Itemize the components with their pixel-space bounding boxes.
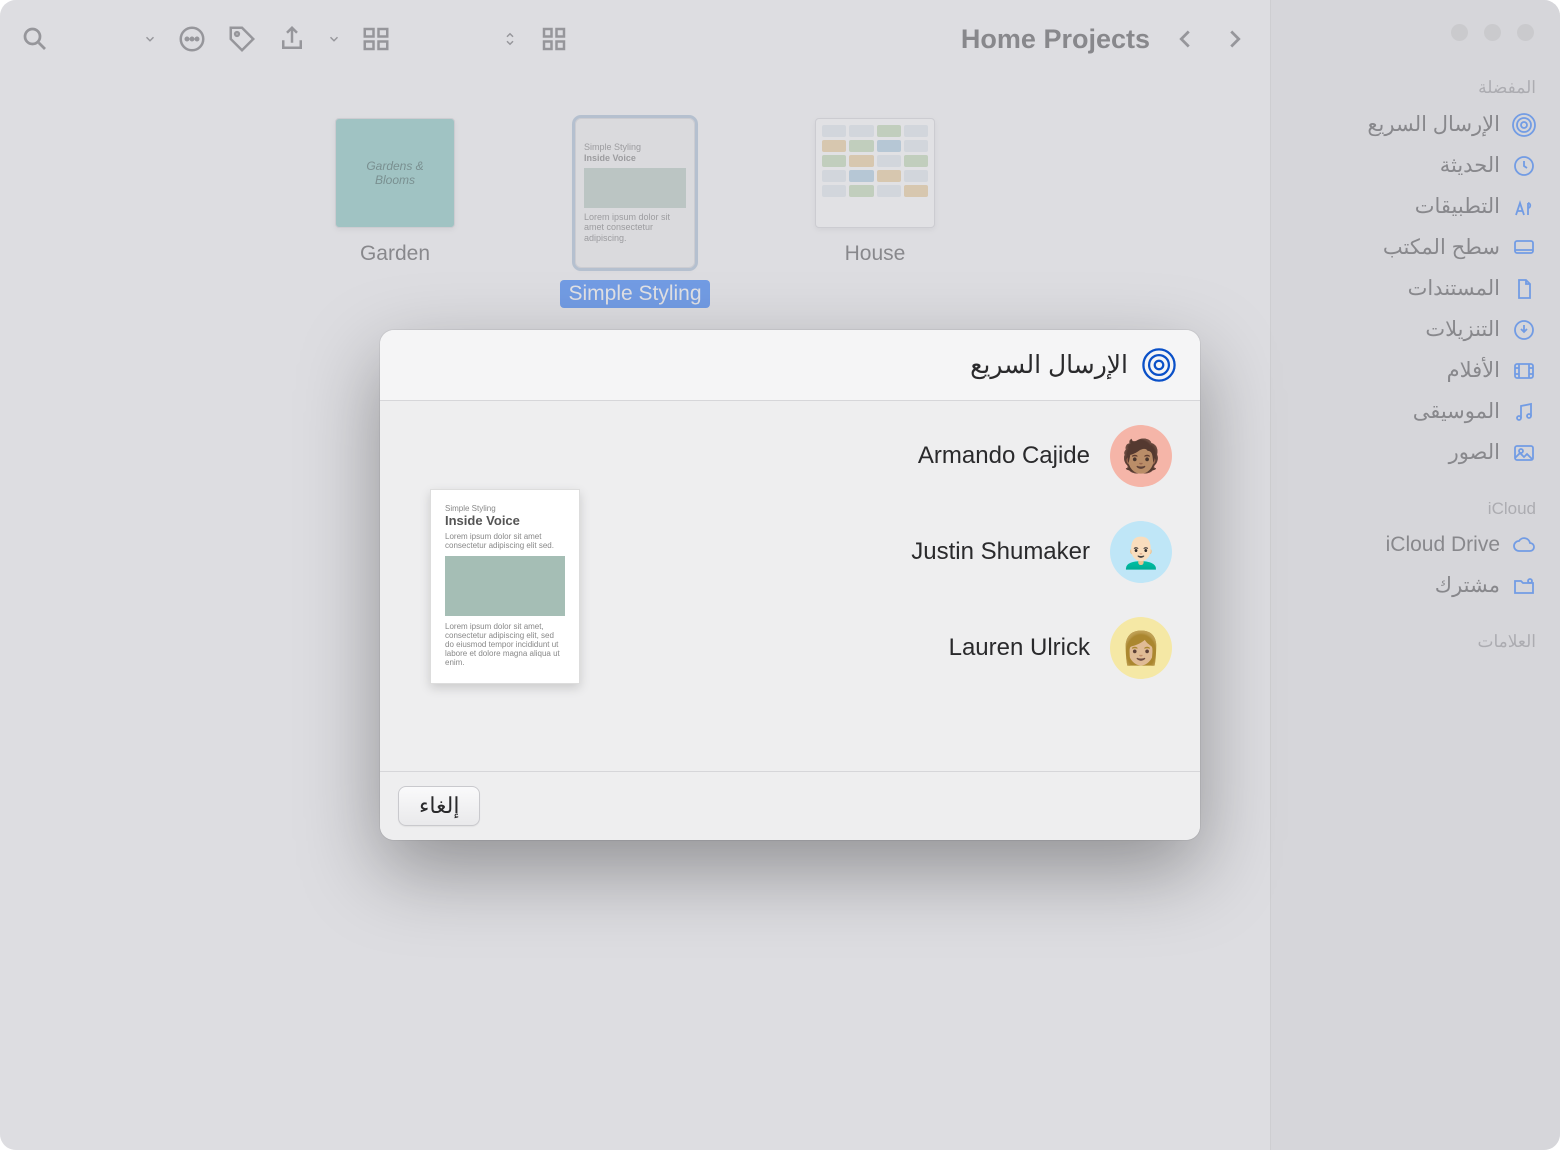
preview-document: Simple Styling Inside Voice Lorem ipsum … <box>430 489 580 684</box>
airdrop-title: الإرسال السريع <box>970 350 1128 380</box>
airdrop-icon <box>1142 348 1176 382</box>
avatar: 🧑🏽 <box>1110 425 1172 487</box>
airdrop-header: الإرسال السريع <box>380 330 1200 401</box>
airdrop-contact[interactable]: 👩🏼 Lauren Ulrick <box>590 617 1172 679</box>
airdrop-sheet: الإرسال السريع 🧑🏽 Armando Cajide 👨🏻‍🦲 Ju… <box>380 330 1200 840</box>
airdrop-footer: إلغاء <box>380 771 1200 840</box>
finder-window: المفضلة الإرسال السريع الحديثة التطبيقات… <box>0 0 1560 1150</box>
airdrop-preview: Simple Styling Inside Voice Lorem ipsum … <box>420 425 590 747</box>
avatar: 👩🏼 <box>1110 617 1172 679</box>
airdrop-contacts-list: 🧑🏽 Armando Cajide 👨🏻‍🦲 Justin Shumaker 👩… <box>590 425 1172 747</box>
contact-name: Armando Cajide <box>918 442 1090 470</box>
contact-name: Lauren Ulrick <box>949 634 1090 662</box>
preview-subtitle: Simple Styling <box>445 504 565 513</box>
airdrop-body: 🧑🏽 Armando Cajide 👨🏻‍🦲 Justin Shumaker 👩… <box>380 401 1200 771</box>
cancel-button[interactable]: إلغاء <box>398 786 480 826</box>
preview-title: Inside Voice <box>445 513 565 528</box>
avatar: 👨🏻‍🦲 <box>1110 521 1172 583</box>
contact-name: Justin Shumaker <box>911 538 1090 566</box>
airdrop-contact[interactable]: 🧑🏽 Armando Cajide <box>590 425 1172 487</box>
airdrop-contact[interactable]: 👨🏻‍🦲 Justin Shumaker <box>590 521 1172 583</box>
